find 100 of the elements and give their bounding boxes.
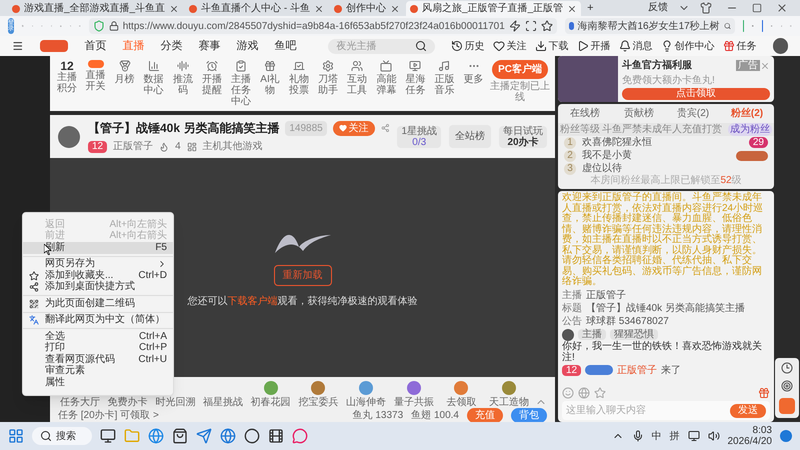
tool-button[interactable]: 直播开关 <box>82 60 110 92</box>
browser-tab[interactable]: 风扇之旅_正版管子直播_正版管 <box>406 1 582 16</box>
menu-item[interactable]: 打印 Ctrl+P <box>23 342 173 354</box>
tool-button[interactable]: 更多 <box>460 60 488 85</box>
gift-item[interactable]: 山海伸奇 <box>344 381 388 408</box>
nav-link[interactable]: 游戏 <box>236 38 258 54</box>
pc-client-button[interactable]: PC客户端 <box>492 60 548 79</box>
ime-indicator[interactable]: 中 <box>652 428 662 444</box>
nav-link[interactable]: 鱼吧 <box>274 38 296 54</box>
nav-link[interactable]: 首页 <box>84 38 106 54</box>
info-label: 主播 <box>562 290 582 300</box>
gift-item[interactable]: 去领取 <box>440 381 484 408</box>
tool-button[interactable]: 星海任务 <box>402 60 429 96</box>
recharge-button[interactable]: 充值 <box>467 408 503 422</box>
claim-button[interactable]: 点击领取 <box>622 88 770 100</box>
header-action[interactable]: 下载 <box>534 38 569 54</box>
browser-tab[interactable]: 斗鱼直播个人中心 - 斗鱼 <box>185 1 328 16</box>
nav-link[interactable]: 直播 <box>122 38 144 54</box>
fan-level-label: 粉丝等级 <box>560 123 600 136</box>
menu-item[interactable]: 翻译此网页为中文（简体） <box>23 314 173 326</box>
tool-button[interactable]: 互动工具 <box>344 60 371 96</box>
gift-item[interactable]: 时光回溯 <box>153 397 198 408</box>
menu-item[interactable]: 全选 Ctrl+A <box>23 331 173 342</box>
gift-item[interactable]: 免费办卡 <box>106 397 150 408</box>
tool-button[interactable]: 主播任务中心 <box>227 60 254 107</box>
info-label: 公告 <box>562 316 582 326</box>
gift-item[interactable]: 初春花园 <box>248 381 293 408</box>
tool-button[interactable]: 高能弹幕 <box>372 60 400 96</box>
rank-tab[interactable]: 在线榜 <box>558 104 612 123</box>
tool-button[interactable]: 推流码 <box>169 60 196 96</box>
search-placeholder: 夜光主播 <box>336 40 378 54</box>
rank-number: 3 <box>564 162 576 174</box>
feedback-button[interactable]: 反馈 <box>648 3 668 13</box>
rank-tab[interactable]: 贡献榜 <box>612 104 666 123</box>
nav-link[interactable]: 赛事 <box>198 38 220 54</box>
reload-button[interactable]: 重新加载 <box>274 264 332 286</box>
download-client-link[interactable]: 下载客户端 <box>228 296 278 306</box>
yuchi-balance: 鱼翅 100.4 <box>411 408 459 422</box>
backpack-button[interactable]: 背包 <box>511 408 547 422</box>
score-label: 主播积分 <box>56 72 78 94</box>
header-action[interactable]: 创作中心 <box>660 38 715 54</box>
info-label: 标题 <box>562 302 582 314</box>
join-fans-button[interactable]: 成为粉丝 <box>728 123 772 136</box>
clock[interactable]: 8:03 2026/4/20 <box>728 425 772 447</box>
ad-tag: 广告 <box>736 60 760 71</box>
tab-title: 游戏直播_全部游戏直播_斗鱼直 <box>24 4 166 14</box>
menu-item[interactable]: 查看网页源代码 Ctrl+U <box>23 354 173 366</box>
tool-button[interactable]: 刀塔助手 <box>314 60 342 96</box>
tool-button[interactable]: 数据中心 <box>140 60 168 96</box>
menu-item[interactable]: 为此页面创建二维码 <box>23 298 173 310</box>
menu-item[interactable]: 添加到收藏夹... Ctrl+D <box>23 270 173 282</box>
gift-item[interactable]: 天工造物 <box>487 381 532 408</box>
new-tab-button[interactable]: + <box>583 3 598 16</box>
gift-item[interactable]: 福星挑战 <box>201 397 245 408</box>
rank-tab[interactable]: 粉丝(2) <box>720 104 774 123</box>
info-value: 正版管子 <box>586 290 626 300</box>
placeholder-text: 这里输入聊天内容 <box>566 404 647 418</box>
address-field[interactable]: https://www.douyu.com/2845507dyshid=a9b84a-16f653ab5f270f23f24a016b00011701 <box>88 18 557 34</box>
send-button[interactable]: 发送 <box>730 404 766 418</box>
tool-button[interactable]: AI礼物 <box>256 60 284 96</box>
user-name: 正版管子 <box>617 364 658 376</box>
header-action[interactable]: 开播 <box>576 38 611 54</box>
browser-tab[interactable]: 游戏直播_全部游戏直播_斗鱼直 <box>8 1 184 16</box>
chat-input[interactable]: 这里输入聊天内容 发送 <box>562 401 770 420</box>
menu-item[interactable]: 网页另存为 <box>23 258 173 270</box>
ad-title: 斗鱼官方福利服 <box>622 58 693 73</box>
header-action[interactable]: 关注 <box>492 38 527 54</box>
fan-name: 我不是小黄 <box>582 148 633 162</box>
menu-item[interactable]: 属性 <box>23 377 173 388</box>
tool-button[interactable]: 礼物投票 <box>286 60 313 96</box>
chat-message: 来了 <box>661 364 682 376</box>
gift-item[interactable]: 量子共振 <box>392 381 436 408</box>
header-action[interactable]: 任务 <box>722 38 757 54</box>
tool-button[interactable]: 正版音乐 <box>430 60 458 96</box>
menu-item[interactable]: 添加到桌面快捷方式 <box>23 282 173 293</box>
nav-link[interactable]: 分类 <box>160 38 182 54</box>
search-field[interactable]: 海南黎帮大酋16岁女生17秒上树 <box>564 18 735 34</box>
fan-badge: 29 <box>748 137 768 148</box>
browser-tab[interactable]: 创作中心 <box>330 1 404 16</box>
follow-button[interactable]: 关注 <box>332 120 375 136</box>
url-text: https://www.douyu.com/2845507dyshid=a9b84a-16f653ab5f270f23f24a016b00011701 <box>122 20 505 34</box>
tool-button[interactable]: 月榜 <box>111 60 138 85</box>
level-badge: 12 <box>562 364 582 376</box>
rank-notice: 斗鱼严禁未成年人充值打赏 <box>602 123 723 136</box>
challenge-button[interactable]: 1星挑战 0/3 <box>397 126 441 148</box>
gift-item[interactable]: 挖宝委兵 <box>296 381 340 408</box>
trial-button[interactable]: 每日试玩 20办卡 <box>499 126 547 148</box>
rank-button[interactable]: 全站榜 <box>449 125 491 148</box>
tool-button[interactable]: 开播提醒 <box>198 60 226 96</box>
info-value: 球球群 534678027 <box>586 316 669 326</box>
chat-message: 你好，我一生一世的铁铁！喜欢恐怖游戏就关注! <box>562 340 763 362</box>
header-action[interactable]: 消息 <box>618 38 653 54</box>
room-title: 【管子】战锤40k 另类高能搞笑主播 <box>88 120 280 137</box>
menu-item[interactable]: 审查元素 <box>23 366 173 377</box>
gift-item[interactable]: 任务大厅 <box>58 397 102 408</box>
ad-subtitle: 免费领大额办卡鱼丸! <box>622 75 716 86</box>
ime-mode[interactable]: 拼 <box>670 428 680 444</box>
header-action[interactable]: 历史 <box>450 38 485 54</box>
taskbar-search[interactable]: 搜索 <box>32 427 92 445</box>
rank-tab[interactable]: 贵宾(2) <box>666 104 720 123</box>
